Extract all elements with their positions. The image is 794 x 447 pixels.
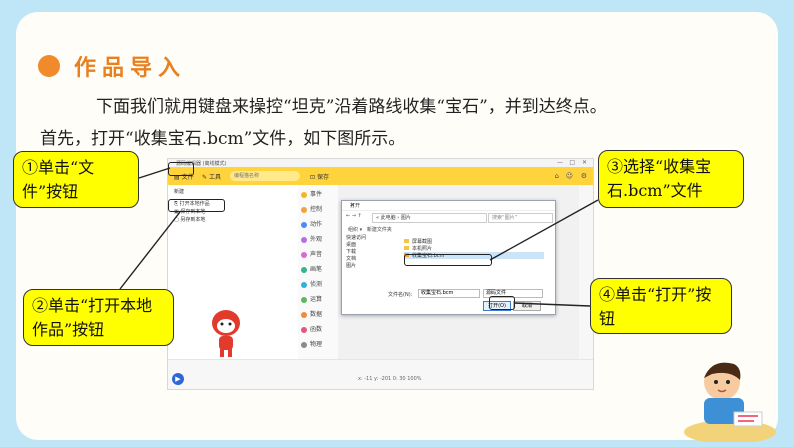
- app-screenshot: 源码编辑器 (离线模式) — □ ✕ ▤ 文件 ✎ 工具 编程猫名称 ⊡ 保存 …: [167, 158, 594, 390]
- play-button[interactable]: ▶: [172, 373, 184, 385]
- category-physics[interactable]: 物理: [301, 339, 322, 348]
- organize-button[interactable]: 组织 ▾: [348, 227, 362, 233]
- close-icon[interactable]: ✕: [582, 159, 587, 166]
- category-functions[interactable]: 函数: [301, 324, 322, 333]
- nav-arrows-icon[interactable]: ← → ↑: [346, 213, 362, 219]
- user-icon[interactable]: ☺: [566, 172, 573, 180]
- folder-icon: [404, 239, 409, 243]
- menu-item-new[interactable]: 新建: [174, 188, 184, 195]
- new-folder-button[interactable]: 新建文件夹: [367, 227, 392, 233]
- category-sensing[interactable]: 侦测: [301, 279, 322, 288]
- tree-item-quick-access[interactable]: 快速访问: [346, 234, 394, 241]
- file-item[interactable]: 屏幕截图: [404, 238, 544, 245]
- section-title: 作品导入: [74, 56, 187, 81]
- dialog-titlebar: 打开 ✕: [342, 201, 555, 211]
- menu-item-save-as[interactable]: ▢ 另存到本地: [174, 216, 205, 223]
- project-name-input[interactable]: 编程猫名称: [230, 171, 300, 181]
- student-cartoon-icon: [684, 362, 776, 442]
- dialog-nav: ← → ↑ « 此电脑 › 图片 搜索“图片”: [346, 213, 553, 223]
- category-data[interactable]: 数据: [301, 309, 322, 318]
- highlight-file-button: [168, 162, 194, 176]
- share-icon[interactable]: ⌂: [555, 172, 559, 180]
- highlight-selected-file: [404, 254, 492, 266]
- cancel-button[interactable]: 取消: [513, 301, 541, 311]
- category-control[interactable]: 控制: [301, 204, 322, 213]
- block-categories: 事件 控制 动作 外观 声音 画笔 侦测 运算 数据 函数 物理: [298, 185, 339, 359]
- bullet-dot-icon: [38, 55, 60, 77]
- category-events[interactable]: 事件: [301, 189, 322, 198]
- tree-item-downloads[interactable]: 下载: [346, 248, 394, 255]
- maximize-icon[interactable]: □: [569, 159, 575, 166]
- section-heading: 作品导入: [38, 50, 186, 82]
- category-pen[interactable]: 画笔: [301, 264, 322, 273]
- highlight-open-local: [168, 199, 225, 212]
- minimize-icon[interactable]: —: [557, 159, 563, 166]
- window-titlebar: 源码编辑器 (离线模式) — □ ✕: [168, 159, 593, 167]
- tree-item-pictures[interactable]: 图片: [346, 262, 394, 269]
- save-button[interactable]: ⊡ 保存: [310, 172, 329, 181]
- tree-item-documents[interactable]: 文档: [346, 255, 394, 262]
- file-item[interactable]: 本机照片: [404, 245, 544, 252]
- category-operators[interactable]: 运算: [301, 294, 322, 303]
- dialog-close-icon[interactable]: ✕: [350, 202, 551, 209]
- mascot-icon: [212, 310, 240, 357]
- coords-readout: x: -11 y: -201 0: 30 100%: [358, 376, 422, 382]
- bottom-bar: ▶ x: -11 y: -201 0: 30 100%: [168, 359, 593, 389]
- app-toolbar: ▤ 文件 ✎ 工具 编程猫名称 ⊡ 保存 ⌂ ☺ ⚙: [168, 167, 593, 185]
- dialog-toolbar: 组织 ▾ 新建文件夹: [348, 226, 392, 233]
- intro-line-2: 首先，打开“收集宝石.bcm”文件，如下图所示。: [40, 129, 406, 149]
- tree-item-desktop[interactable]: 桌面: [346, 241, 394, 248]
- tools-button[interactable]: ✎ 工具: [202, 172, 221, 181]
- workspace-tools: [579, 185, 593, 359]
- callout-step-1: ①单击“文件”按钮: [13, 151, 139, 208]
- filename-label: 文件名(N):: [388, 292, 413, 298]
- gear-icon[interactable]: ⚙: [581, 172, 587, 180]
- category-looks[interactable]: 外观: [301, 234, 322, 243]
- highlight-open-button: [489, 296, 515, 310]
- filename-input[interactable]: 收集宝石.bcm: [418, 289, 480, 298]
- callout-step-3: ③选择“收集宝石.bcm”文件: [598, 150, 744, 208]
- callout-step-2: ②单击“打开本地作品”按钮: [23, 289, 174, 346]
- category-motion[interactable]: 动作: [301, 219, 322, 228]
- category-sound[interactable]: 声音: [301, 249, 322, 258]
- stage-area[interactable]: [168, 225, 298, 359]
- intro-line-1: 下面我们就用键盘来操控“坦克”沿着路线收集“宝石”，并到达终点。: [96, 97, 607, 117]
- folder-tree: 快速访问 桌面 下载 文档 图片: [346, 234, 394, 269]
- dialog-search[interactable]: 搜索“图片”: [488, 213, 553, 223]
- folder-icon: [404, 246, 409, 250]
- dialog-path[interactable]: « 此电脑 › 图片: [372, 213, 487, 223]
- callout-step-4: ④单击“打开”按钮: [590, 278, 732, 334]
